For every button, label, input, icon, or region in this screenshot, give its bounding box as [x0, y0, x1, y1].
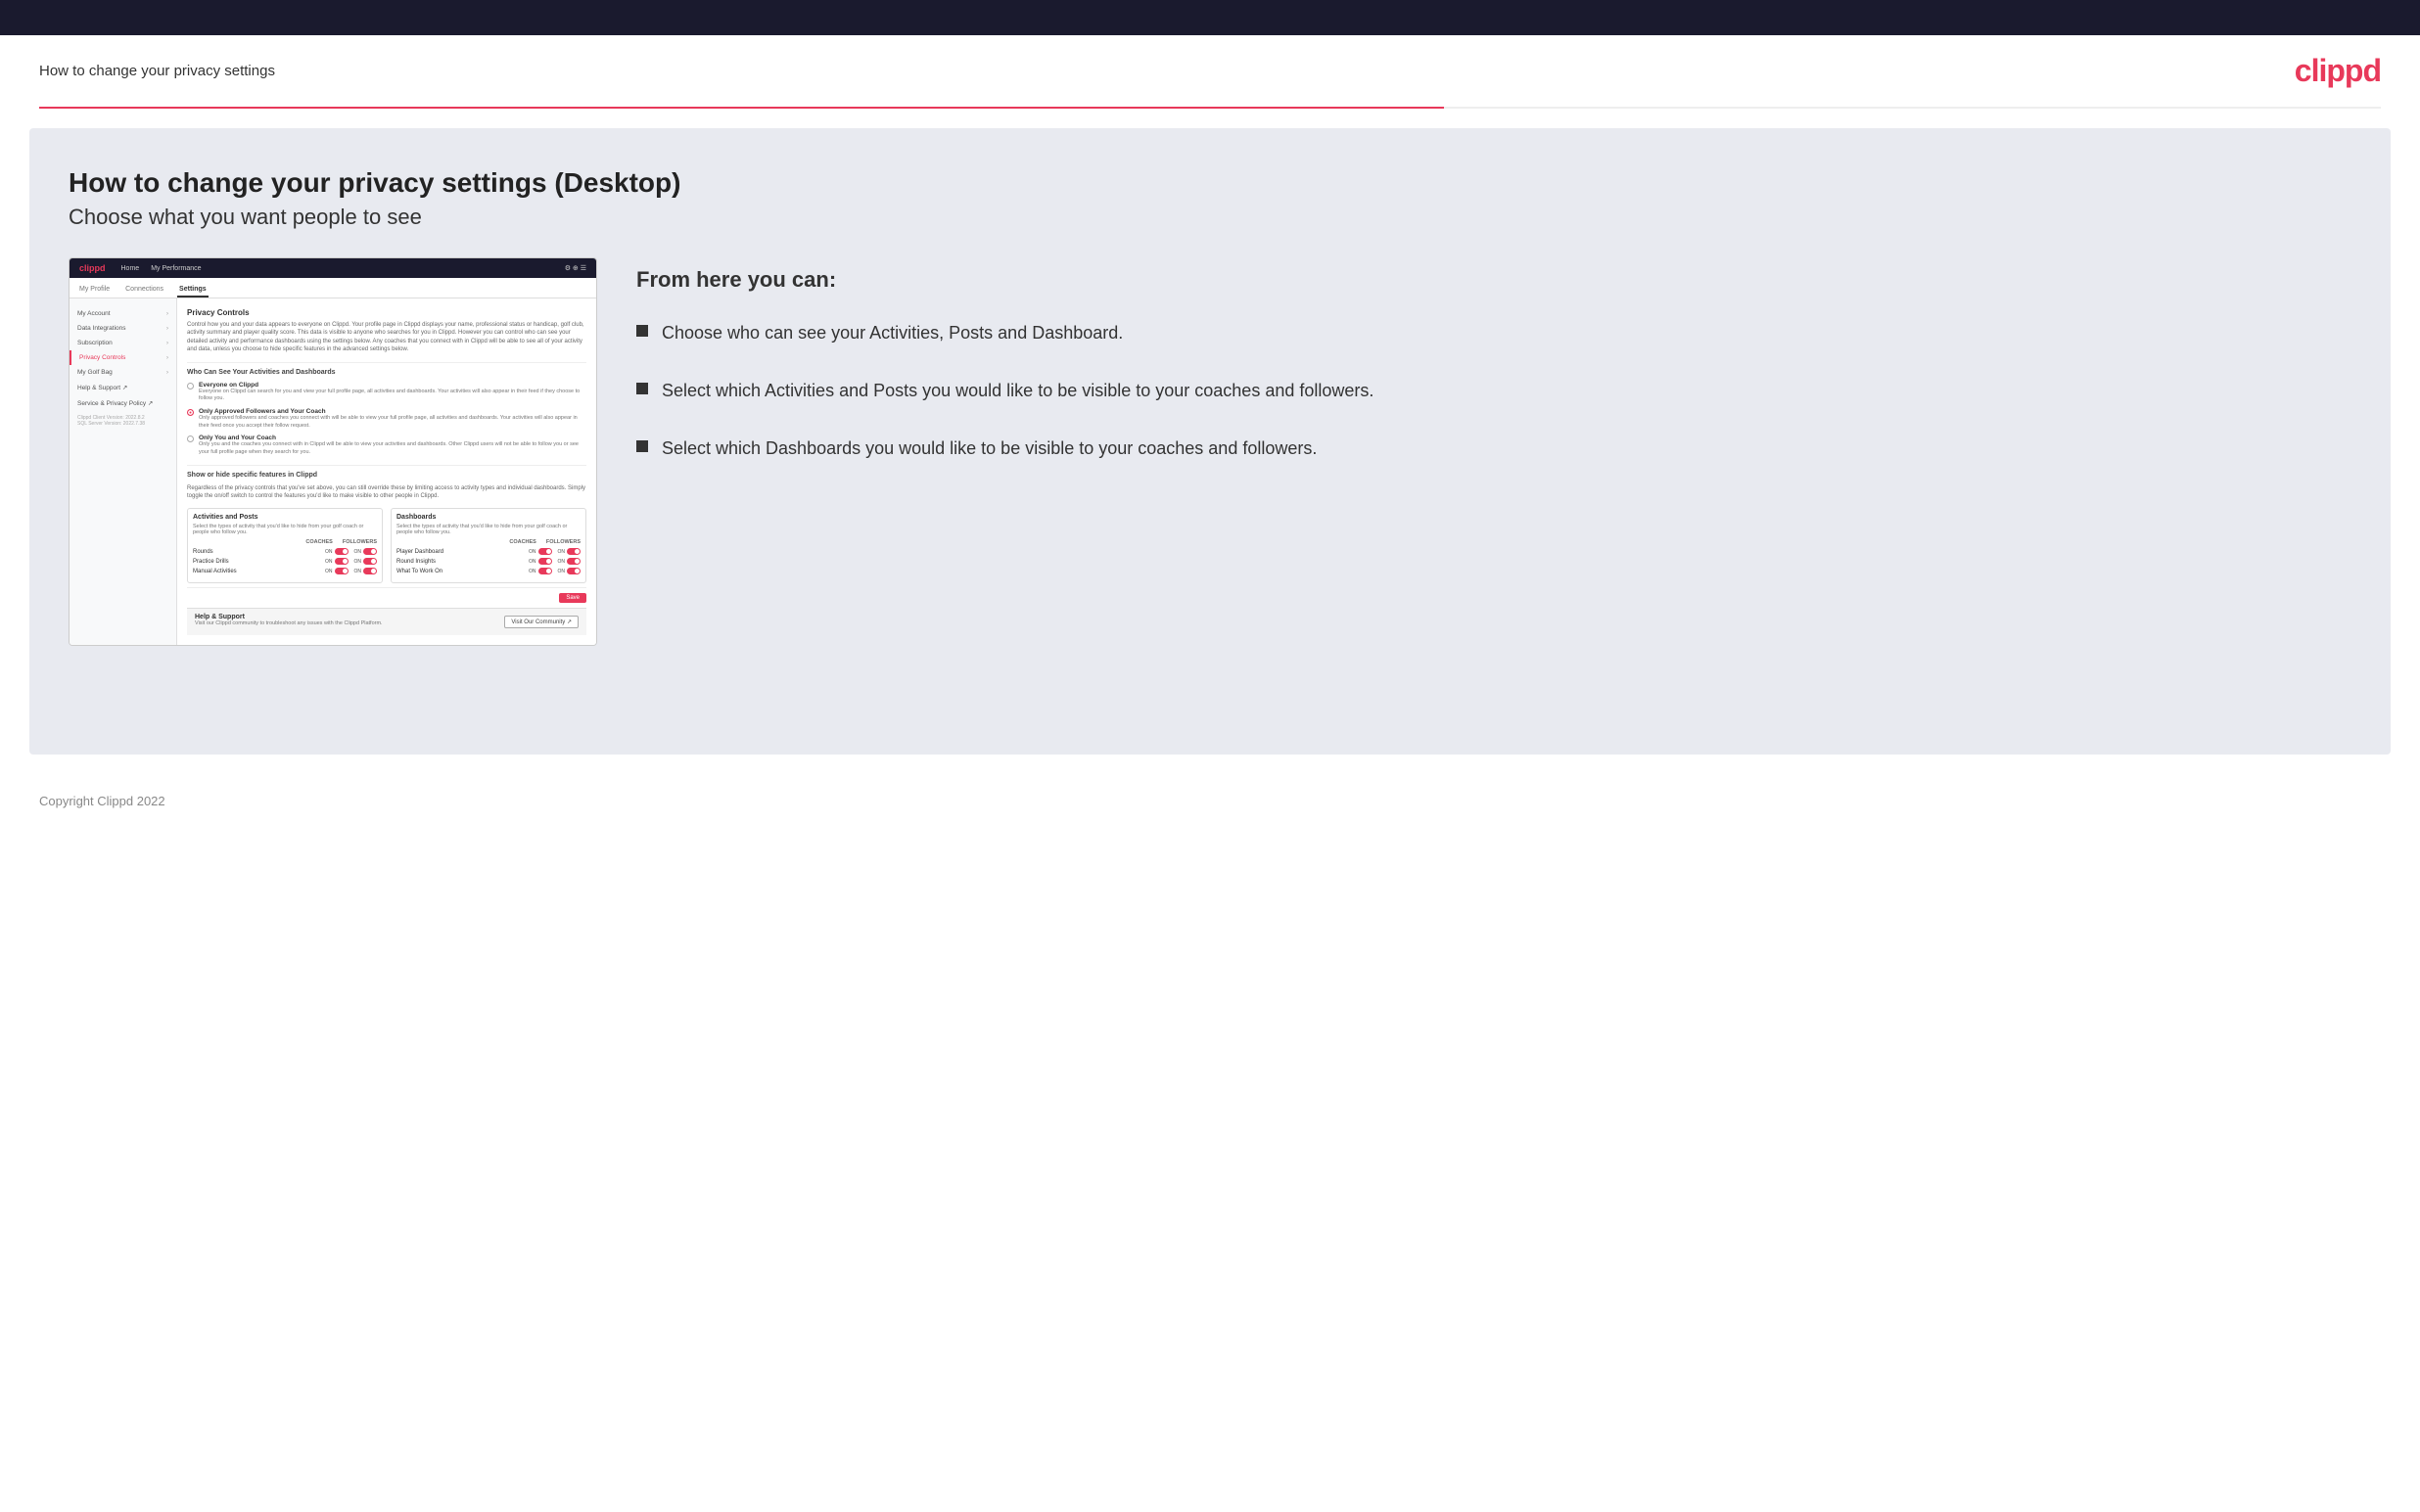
mock-visit-community-button[interactable]: Visit Our Community ↗: [504, 616, 579, 628]
footer: Copyright Clippd 2022: [0, 774, 2420, 828]
page-subheading: Choose what you want people to see: [69, 205, 2351, 230]
mock-radio-everyone-btn[interactable]: [187, 383, 194, 389]
mock-sidebar-privacycontrols[interactable]: Privacy Controls›: [70, 350, 176, 365]
mock-nav: Home My Performance: [121, 265, 202, 272]
mock-logo: clippd: [79, 263, 106, 273]
mock-sidebar-mygolfbag[interactable]: My Golf Bag›: [70, 365, 176, 380]
mock-toggle-manualactivities: Manual Activities ON ON: [193, 568, 377, 574]
mock-toggle-practicedrills: Practice Drills ON ON: [193, 558, 377, 565]
mock-version: Clippd Client Version: 2022.8.2SQL Serve…: [70, 411, 176, 431]
mock-body: My Account› Data Integrations› Subscript…: [70, 298, 596, 645]
right-panel: From here you can: Choose who can see yo…: [636, 257, 2351, 493]
mock-toggle-roundinsights: Round Insights ON ON: [396, 558, 581, 565]
mock-radio-onlyyou-btn[interactable]: [187, 435, 194, 442]
mock-save-button[interactable]: Save: [559, 593, 586, 603]
page-heading: How to change your privacy settings (Des…: [69, 167, 2351, 199]
mock-radio-followers-btn[interactable]: [187, 409, 194, 416]
bullet-text-1: Choose who can see your Activities, Post…: [662, 320, 1123, 346]
header-divider: [39, 107, 2381, 109]
from-here-title: From here you can:: [636, 267, 2351, 293]
mock-nav-home: Home: [121, 265, 140, 272]
bullet-square-2: [636, 383, 648, 394]
top-bar: [0, 0, 2420, 35]
screenshot-mockup: clippd Home My Performance ⚙ ⊕ ☰ My Prof…: [69, 257, 597, 646]
mock-activities-box: Activities and Posts Select the types of…: [187, 508, 383, 583]
content-row: clippd Home My Performance ⚙ ⊕ ☰ My Prof…: [69, 257, 2351, 646]
mock-toggle-playerdashboard: Player Dashboard ON ON: [396, 548, 581, 555]
clippd-logo: clippd: [2295, 53, 2381, 89]
mock-toggle-desc: Regardless of the privacy controls that …: [187, 484, 586, 501]
mock-tab-settings[interactable]: Settings: [177, 283, 209, 298]
mock-sidebar-helpsupport[interactable]: Help & Support ↗: [70, 380, 176, 395]
mock-save-row: Save: [187, 587, 586, 608]
mock-section-privacy-desc: Control how you and your data appears to…: [187, 321, 586, 354]
header: How to change your privacy settings clip…: [0, 35, 2420, 107]
mock-toggle-title: Show or hide specific features in Clippd: [187, 465, 586, 479]
mock-toggle-whattoworkon: What To Work On ON ON: [396, 568, 581, 574]
mock-toggle-section: Activities and Posts Select the types of…: [187, 508, 586, 583]
mock-radio-onlyyou[interactable]: Only You and Your Coach Only you and the…: [187, 435, 586, 456]
header-title: How to change your privacy settings: [39, 63, 275, 79]
bullet-item-1: Choose who can see your Activities, Post…: [636, 320, 2351, 346]
bullet-item-2: Select which Activities and Posts you wo…: [636, 378, 2351, 404]
mock-sidebar: My Account› Data Integrations› Subscript…: [70, 298, 177, 645]
mock-radio-group: Everyone on Clippd Everyone on Clippd ca…: [187, 382, 586, 457]
mock-icons: ⚙ ⊕ ☰: [565, 264, 586, 272]
bullet-list: Choose who can see your Activities, Post…: [636, 320, 2351, 462]
footer-text: Copyright Clippd 2022: [39, 794, 165, 808]
mock-visibility-title: Who Can See Your Activities and Dashboar…: [187, 362, 586, 376]
bullet-text-3: Select which Dashboards you would like t…: [662, 435, 1317, 462]
mock-sidebar-dataintegrations[interactable]: Data Integrations›: [70, 321, 176, 336]
mock-tab-connections[interactable]: Connections: [123, 283, 165, 298]
mock-radio-everyone[interactable]: Everyone on Clippd Everyone on Clippd ca…: [187, 382, 586, 403]
mock-toggle-rounds: Rounds ON ON: [193, 548, 377, 555]
mock-sidebar-myaccount[interactable]: My Account›: [70, 306, 176, 321]
mock-sidebar-service[interactable]: Service & Privacy Policy ↗: [70, 395, 176, 411]
mock-section-privacy-title: Privacy Controls: [187, 308, 586, 317]
mock-nav-performance: My Performance: [151, 265, 201, 272]
bullet-square-1: [636, 325, 648, 337]
mock-tab-myprofile[interactable]: My Profile: [77, 283, 112, 298]
bullet-text-2: Select which Activities and Posts you wo…: [662, 378, 1373, 404]
mock-dashboards-box: Dashboards Select the types of activity …: [391, 508, 586, 583]
main-content: How to change your privacy settings (Des…: [29, 128, 2391, 755]
mock-sidebar-subscription[interactable]: Subscription›: [70, 336, 176, 350]
mock-topbar: clippd Home My Performance ⚙ ⊕ ☰: [70, 258, 596, 278]
mock-main-panel: Privacy Controls Control how you and you…: [177, 298, 596, 645]
mock-settings-tabs: My Profile Connections Settings: [70, 278, 596, 298]
mock-radio-followers[interactable]: Only Approved Followers and Your Coach O…: [187, 408, 586, 430]
mock-help-section: Help & Support Visit our Clippd communit…: [187, 608, 586, 635]
bullet-item-3: Select which Dashboards you would like t…: [636, 435, 2351, 462]
bullet-square-3: [636, 440, 648, 452]
